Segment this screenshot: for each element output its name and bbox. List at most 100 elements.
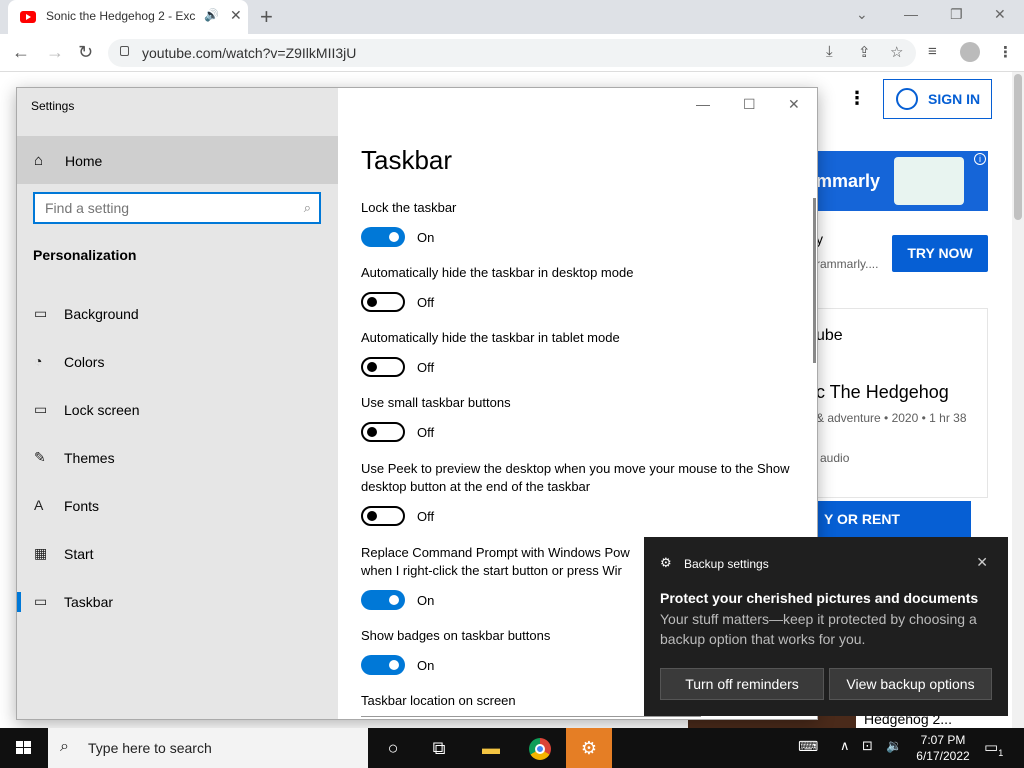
- themes-icon: ✎: [34, 449, 46, 465]
- profile-avatar-icon[interactable]: [960, 42, 980, 62]
- reload-icon[interactable]: ↻: [78, 42, 93, 63]
- lock-screen-icon: ▭: [34, 401, 48, 417]
- location-dropdown[interactable]: [361, 716, 701, 719]
- sidebar-item-taskbar[interactable]: ▭ Taskbar: [17, 582, 338, 622]
- notification-center-icon[interactable]: ▭1: [984, 738, 1003, 758]
- youtube-icon: [20, 11, 36, 23]
- maximize-button[interactable]: ☐: [743, 96, 756, 113]
- autohide-tablet-toggle[interactable]: [361, 357, 405, 377]
- tab-search-icon[interactable]: ⌄: [856, 6, 868, 23]
- task-view-icon[interactable]: ⧉: [416, 728, 462, 768]
- notification-count: 1: [998, 748, 1004, 758]
- bookmark-star-icon[interactable]: ☆: [890, 43, 903, 61]
- notification-heading: Protect your cherished pictures and docu…: [660, 590, 979, 606]
- home-icon: ⌂: [34, 152, 44, 169]
- option-label: Automatically hide the taskbar in tablet…: [361, 330, 620, 345]
- close-notification-icon[interactable]: ✕: [976, 554, 988, 571]
- restore-browser-button[interactable]: ❐: [950, 6, 963, 23]
- new-tab-button[interactable]: +: [260, 4, 273, 30]
- share-icon[interactable]: ⇪: [858, 43, 871, 61]
- view-backup-options-button[interactable]: View backup options: [829, 668, 992, 700]
- sidebar-item-colors[interactable]: ◔ Colors: [17, 342, 338, 382]
- toggle-state: Off: [417, 509, 435, 524]
- windows-logo-icon: [16, 741, 32, 755]
- settings-app-icon[interactable]: ⚙: [566, 728, 612, 768]
- small-buttons-toggle[interactable]: [361, 422, 405, 442]
- url-text: youtube.com/watch?v=Z9IlkMII3jU: [142, 45, 357, 61]
- account-icon: [896, 88, 918, 110]
- minimize-button[interactable]: —: [696, 96, 710, 112]
- powershell-toggle[interactable]: [361, 590, 405, 610]
- toggle-state: Off: [417, 360, 435, 375]
- toggle-state: On: [417, 658, 435, 673]
- sidebar-item-home[interactable]: ⌂ Home: [17, 136, 338, 184]
- sidebar-item-lock-screen[interactable]: ▭ Lock screen: [17, 390, 338, 430]
- taskbar-search-box[interactable]: ⌕ Type here to search: [48, 728, 368, 768]
- speaker-icon[interactable]: 🔊: [204, 8, 219, 22]
- movie-audio: audio: [820, 451, 850, 465]
- address-bar[interactable]: youtube.com/watch?v=Z9IlkMII3jU: [108, 39, 916, 67]
- start-button[interactable]: [0, 728, 48, 768]
- taskbar-search-text: Type here to search: [88, 740, 212, 756]
- option-label: Use Peek to preview the desktop when you…: [361, 461, 790, 494]
- turn-off-reminders-button[interactable]: Turn off reminders: [660, 668, 824, 700]
- close-button[interactable]: ✕: [788, 96, 800, 113]
- tab-title: Sonic the Hedgehog 2 - Excl: [46, 9, 196, 23]
- movie-title[interactable]: c The Hedgehog: [816, 382, 949, 403]
- toggle-state: Off: [417, 295, 435, 310]
- settings-sidebar: Settings ⌂ Home ⌕ Personalization ▭ Back…: [17, 88, 338, 719]
- badges-toggle[interactable]: [361, 655, 405, 675]
- sidebar-item-background[interactable]: ▭ Background: [17, 294, 338, 334]
- chevron-up-icon[interactable]: ∧: [840, 738, 850, 754]
- close-tab-icon[interactable]: ✕: [230, 7, 242, 24]
- taskbar-icon: ▭: [34, 593, 48, 609]
- search-icon: ⌕: [303, 200, 311, 215]
- ad-illustration: [894, 157, 964, 205]
- start-icon: ▦: [34, 545, 48, 561]
- content-scrollbar[interactable]: [813, 198, 816, 363]
- try-now-button[interactable]: TRY NOW: [892, 235, 988, 272]
- rent-label: Y OR RENT: [824, 511, 900, 527]
- buy-or-rent-button[interactable]: Y OR RENT: [816, 501, 971, 537]
- peek-toggle[interactable]: [361, 506, 405, 526]
- ad-banner[interactable]: mmarly i: [816, 151, 988, 211]
- info-icon[interactable]: i: [974, 153, 986, 165]
- windows-taskbar: ⌕ Type here to search ○ ⧉ ▬ ⚙ ⌨ ∧ ⊡ 🔉 7:…: [0, 728, 1024, 768]
- sidebar-item-start[interactable]: ▦ Start: [17, 534, 338, 574]
- find-setting-search[interactable]: ⌕: [33, 192, 321, 224]
- network-icon[interactable]: ⊡: [862, 738, 873, 754]
- clock[interactable]: 7:07 PM 6/17/2022: [912, 732, 974, 764]
- sign-in-button[interactable]: SIGN IN: [883, 79, 992, 119]
- lock-taskbar-toggle[interactable]: [361, 227, 405, 247]
- file-explorer-icon[interactable]: ▬: [468, 728, 514, 768]
- sidebar-item-label: Themes: [64, 450, 115, 466]
- forward-icon[interactable]: →: [46, 42, 64, 63]
- toggle-state: On: [417, 593, 435, 608]
- keyboard-icon[interactable]: ⌨: [798, 738, 818, 755]
- sidebar-item-fonts[interactable]: A Fonts: [17, 486, 338, 526]
- search-input[interactable]: [45, 199, 285, 217]
- browser-menu-icon[interactable]: ⋮: [998, 43, 1013, 61]
- sidebar-item-themes[interactable]: ✎ Themes: [17, 438, 338, 478]
- ad-subtext: rammarly....: [816, 257, 879, 271]
- sidebar-item-label: Background: [64, 306, 139, 322]
- close-browser-button[interactable]: ✕: [994, 6, 1006, 23]
- media-queue-icon[interactable]: ≡: [928, 43, 937, 60]
- autohide-desktop-toggle[interactable]: [361, 292, 405, 312]
- browser-tab-strip: Sonic the Hedgehog 2 - Excl 🔊 ✕ + ⌄ — ❐ …: [0, 0, 1024, 34]
- sidebar-item-label: Lock screen: [64, 402, 140, 418]
- clock-date: 6/17/2022: [916, 749, 970, 763]
- toggle-state: On: [417, 230, 435, 245]
- card-channel: ube: [816, 327, 843, 344]
- back-icon[interactable]: ←: [12, 42, 30, 63]
- page-scrollbar[interactable]: [1012, 72, 1024, 728]
- browser-tab[interactable]: Sonic the Hedgehog 2 - Excl 🔊 ✕: [8, 0, 248, 34]
- notification-app: Backup settings: [684, 557, 769, 571]
- cortana-icon[interactable]: ○: [370, 728, 416, 768]
- sidebar-item-label: Colors: [64, 354, 105, 370]
- volume-icon[interactable]: 🔉: [886, 738, 902, 754]
- minimize-browser-button[interactable]: —: [904, 6, 918, 22]
- install-icon[interactable]: ⤓: [826, 43, 833, 60]
- chrome-icon[interactable]: [517, 728, 563, 768]
- youtube-menu-icon[interactable]: ⋮: [848, 88, 866, 109]
